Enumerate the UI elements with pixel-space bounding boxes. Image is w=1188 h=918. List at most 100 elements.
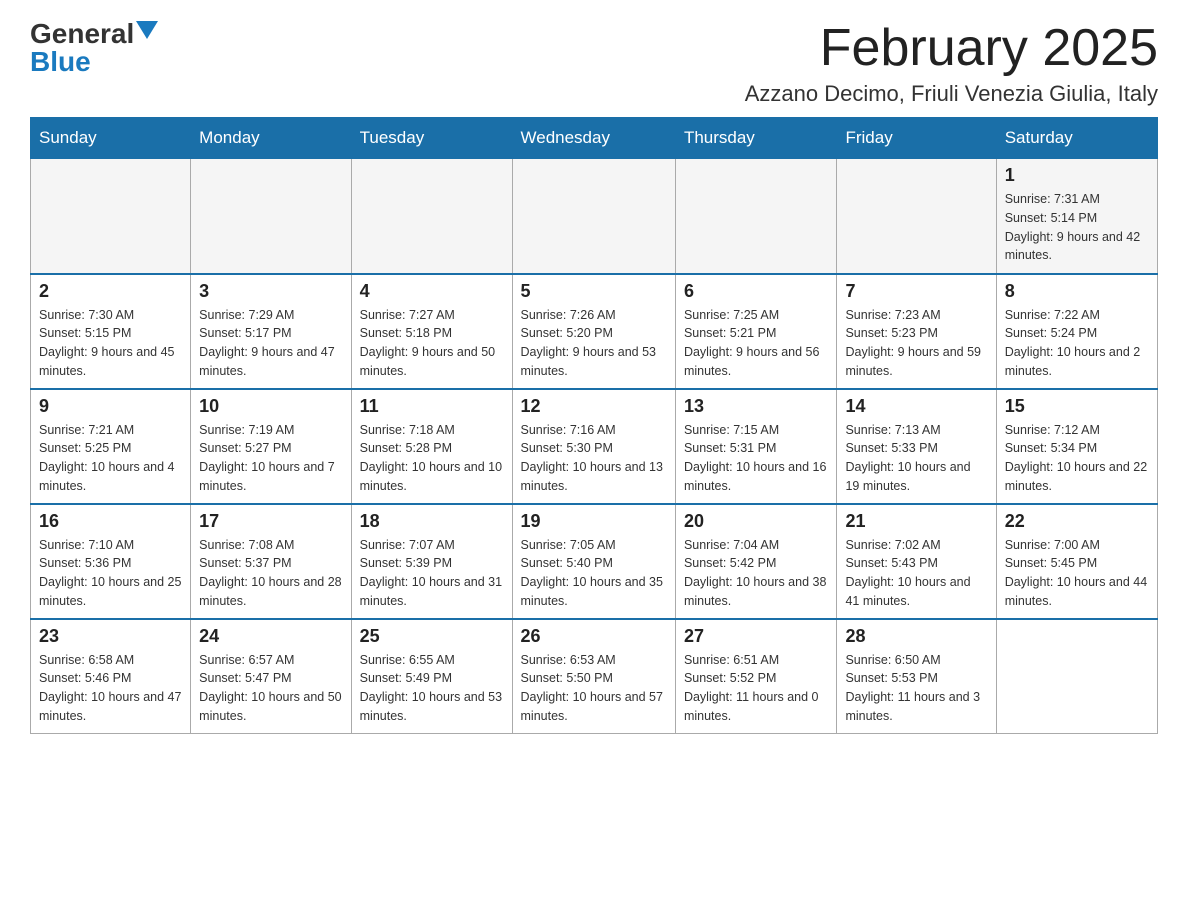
day-number: 28 [845,626,987,647]
day-cell-2-0: 9 Sunrise: 7:21 AMSunset: 5:25 PMDaylight… [31,389,191,504]
day-info: Sunrise: 7:08 AMSunset: 5:37 PMDaylight:… [199,536,342,611]
day-info: Sunrise: 7:31 AMSunset: 5:14 PMDaylight:… [1005,190,1149,265]
day-info: Sunrise: 6:51 AMSunset: 5:52 PMDaylight:… [684,651,829,726]
day-cell-1-3: 5 Sunrise: 7:26 AMSunset: 5:20 PMDaylight… [512,274,675,389]
day-info: Sunrise: 6:50 AMSunset: 5:53 PMDaylight:… [845,651,987,726]
day-info: Sunrise: 7:29 AMSunset: 5:17 PMDaylight:… [199,306,342,381]
page: General Blue February 2025 Azzano Decimo… [0,0,1188,754]
header-monday: Monday [191,118,351,159]
day-number: 14 [845,396,987,417]
day-cell-3-0: 16 Sunrise: 7:10 AMSunset: 5:36 PMDayligh… [31,504,191,619]
day-info: Sunrise: 6:58 AMSunset: 5:46 PMDaylight:… [39,651,182,726]
week-row-3: 9 Sunrise: 7:21 AMSunset: 5:25 PMDaylight… [31,389,1158,504]
header-sunday: Sunday [31,118,191,159]
logo: General Blue [30,20,158,76]
day-info: Sunrise: 7:13 AMSunset: 5:33 PMDaylight:… [845,421,987,496]
day-cell-4-6 [996,619,1157,734]
day-cell-1-5: 7 Sunrise: 7:23 AMSunset: 5:23 PMDaylight… [837,274,996,389]
header: General Blue February 2025 Azzano Decimo… [30,20,1158,107]
day-info: Sunrise: 7:18 AMSunset: 5:28 PMDaylight:… [360,421,504,496]
day-cell-2-3: 12 Sunrise: 7:16 AMSunset: 5:30 PMDayligh… [512,389,675,504]
day-cell-2-5: 14 Sunrise: 7:13 AMSunset: 5:33 PMDayligh… [837,389,996,504]
day-info: Sunrise: 7:21 AMSunset: 5:25 PMDaylight:… [39,421,182,496]
week-row-1: 1 Sunrise: 7:31 AMSunset: 5:14 PMDaylight… [31,159,1158,274]
day-info: Sunrise: 7:22 AMSunset: 5:24 PMDaylight:… [1005,306,1149,381]
day-cell-1-0: 2Sunrise: 7:30 AMSunset: 5:15 PMDaylight… [31,274,191,389]
header-friday: Friday [837,118,996,159]
day-info: Sunrise: 7:12 AMSunset: 5:34 PMDaylight:… [1005,421,1149,496]
day-number: 21 [845,511,987,532]
day-cell-1-4: 6 Sunrise: 7:25 AMSunset: 5:21 PMDaylight… [675,274,837,389]
day-cell-2-2: 11Sunrise: 7:18 AMSunset: 5:28 PMDayligh… [351,389,512,504]
day-info: Sunrise: 7:26 AMSunset: 5:20 PMDaylight:… [521,306,667,381]
header-saturday: Saturday [996,118,1157,159]
day-info: Sunrise: 6:53 AMSunset: 5:50 PMDaylight:… [521,651,667,726]
day-number: 3 [199,281,342,302]
day-info: Sunrise: 7:04 AMSunset: 5:42 PMDaylight:… [684,536,829,611]
day-number: 4 [360,281,504,302]
day-cell-4-3: 26Sunrise: 6:53 AMSunset: 5:50 PMDayligh… [512,619,675,734]
day-cell-0-1 [191,159,351,274]
day-number: 16 [39,511,182,532]
day-cell-3-6: 22 Sunrise: 7:00 AMSunset: 5:45 PMDayligh… [996,504,1157,619]
day-cell-0-4 [675,159,837,274]
day-info: Sunrise: 7:00 AMSunset: 5:45 PMDaylight:… [1005,536,1149,611]
day-number: 25 [360,626,504,647]
day-info: Sunrise: 7:05 AMSunset: 5:40 PMDaylight:… [521,536,667,611]
title-block: February 2025 Azzano Decimo, Friuli Vene… [745,20,1158,107]
day-number: 12 [521,396,667,417]
month-title: February 2025 [745,20,1158,77]
day-number: 19 [521,511,667,532]
day-info: Sunrise: 7:25 AMSunset: 5:21 PMDaylight:… [684,306,829,381]
day-number: 2 [39,281,182,302]
day-cell-0-2 [351,159,512,274]
day-info: Sunrise: 7:02 AMSunset: 5:43 PMDaylight:… [845,536,987,611]
location-title: Azzano Decimo, Friuli Venezia Giulia, It… [745,81,1158,107]
day-info: Sunrise: 7:10 AMSunset: 5:36 PMDaylight:… [39,536,182,611]
day-number: 15 [1005,396,1149,417]
day-number: 9 [39,396,182,417]
day-number: 18 [360,511,504,532]
week-row-5: 23 Sunrise: 6:58 AMSunset: 5:46 PMDayligh… [31,619,1158,734]
day-info: Sunrise: 7:16 AMSunset: 5:30 PMDaylight:… [521,421,667,496]
day-number: 22 [1005,511,1149,532]
day-number: 24 [199,626,342,647]
day-cell-4-1: 24Sunrise: 6:57 AMSunset: 5:47 PMDayligh… [191,619,351,734]
day-number: 5 [521,281,667,302]
day-cell-4-0: 23 Sunrise: 6:58 AMSunset: 5:46 PMDayligh… [31,619,191,734]
day-info: Sunrise: 7:19 AMSunset: 5:27 PMDaylight:… [199,421,342,496]
day-cell-3-5: 21 Sunrise: 7:02 AMSunset: 5:43 PMDayligh… [837,504,996,619]
day-cell-0-3 [512,159,675,274]
day-cell-2-1: 10 Sunrise: 7:19 AMSunset: 5:27 PMDayligh… [191,389,351,504]
day-number: 27 [684,626,829,647]
day-cell-1-1: 3 Sunrise: 7:29 AMSunset: 5:17 PMDaylight… [191,274,351,389]
day-number: 10 [199,396,342,417]
day-number: 1 [1005,165,1149,186]
header-tuesday: Tuesday [351,118,512,159]
day-cell-2-4: 13Sunrise: 7:15 AMSunset: 5:31 PMDayligh… [675,389,837,504]
day-number: 20 [684,511,829,532]
weekday-header-row: Sunday Monday Tuesday Wednesday Thursday… [31,118,1158,159]
day-cell-0-0 [31,159,191,274]
day-info: Sunrise: 6:55 AMSunset: 5:49 PMDaylight:… [360,651,504,726]
day-cell-1-2: 4Sunrise: 7:27 AMSunset: 5:18 PMDaylight… [351,274,512,389]
day-cell-3-4: 20 Sunrise: 7:04 AMSunset: 5:42 PMDayligh… [675,504,837,619]
day-number: 13 [684,396,829,417]
day-cell-3-1: 17 Sunrise: 7:08 AMSunset: 5:37 PMDayligh… [191,504,351,619]
day-number: 8 [1005,281,1149,302]
day-number: 23 [39,626,182,647]
day-cell-0-6: 1 Sunrise: 7:31 AMSunset: 5:14 PMDaylight… [996,159,1157,274]
day-cell-2-6: 15 Sunrise: 7:12 AMSunset: 5:34 PMDayligh… [996,389,1157,504]
day-cell-0-5 [837,159,996,274]
day-cell-3-3: 19 Sunrise: 7:05 AMSunset: 5:40 PMDayligh… [512,504,675,619]
day-number: 7 [845,281,987,302]
day-number: 6 [684,281,829,302]
week-row-4: 16 Sunrise: 7:10 AMSunset: 5:36 PMDayligh… [31,504,1158,619]
day-number: 17 [199,511,342,532]
day-info: Sunrise: 7:23 AMSunset: 5:23 PMDaylight:… [845,306,987,381]
day-cell-4-2: 25 Sunrise: 6:55 AMSunset: 5:49 PMDayligh… [351,619,512,734]
calendar-table: Sunday Monday Tuesday Wednesday Thursday… [30,117,1158,734]
logo-triangle-icon [136,21,158,43]
week-row-2: 2Sunrise: 7:30 AMSunset: 5:15 PMDaylight… [31,274,1158,389]
logo-blue-text: Blue [30,48,91,76]
